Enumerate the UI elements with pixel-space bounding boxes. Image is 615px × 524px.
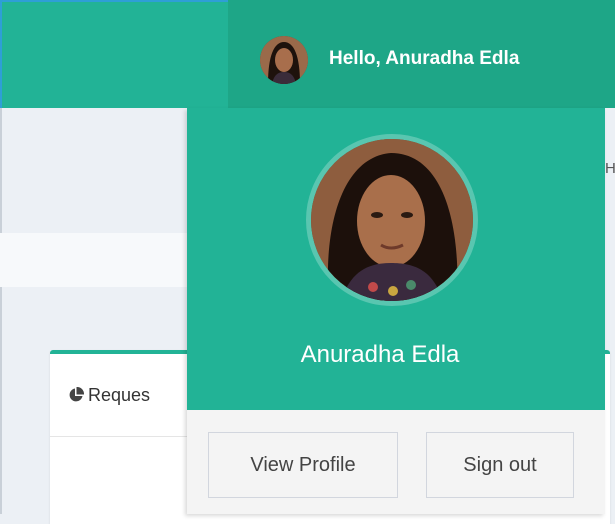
user-dropdown-menu: Anuradha Edla View Profile Sign out (187, 108, 605, 514)
box-title: Reques (68, 385, 150, 406)
profile-photo (306, 134, 478, 306)
user-name: Anuradha Edla (300, 341, 460, 368)
pie-chart-icon (68, 386, 85, 403)
box-divider (50, 436, 190, 437)
greeting-text[interactable]: Hello, Anuradha Edla (329, 48, 519, 70)
box-title-text: Reques (88, 385, 151, 405)
view-profile-button[interactable]: View Profile (208, 432, 398, 498)
user-header: Anuradha Edla (187, 108, 605, 410)
page-band (0, 233, 187, 287)
partial-text: H (605, 160, 615, 177)
avatar[interactable] (260, 36, 308, 84)
sign-out-button[interactable]: Sign out (426, 432, 574, 498)
